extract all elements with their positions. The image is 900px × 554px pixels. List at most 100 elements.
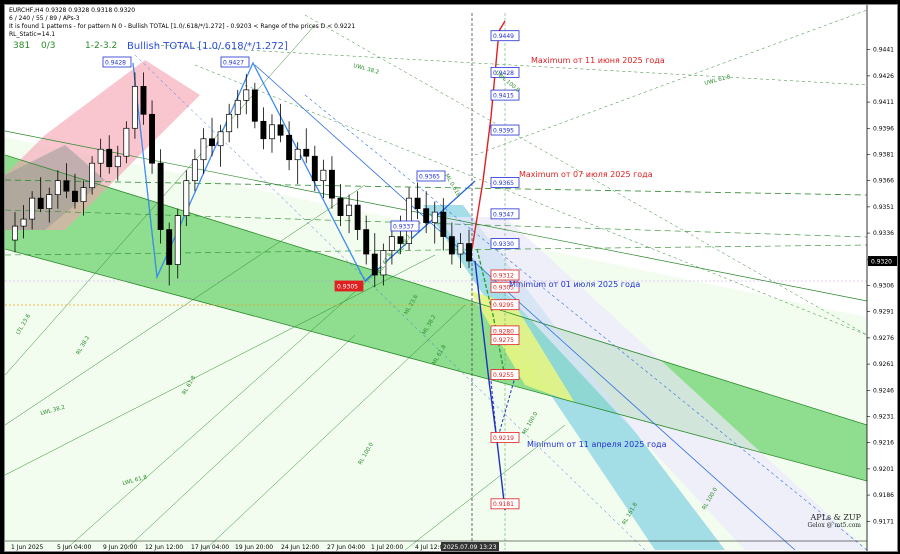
line-label: ML 0.618 — [443, 173, 461, 198]
annotation-text: Minimum от 01 июля 2025 года — [509, 280, 640, 289]
candle-body — [251, 89, 258, 122]
candle-body — [29, 197, 36, 220]
level-label: 0.9330 — [493, 241, 514, 248]
y-tick-label: 0.9351 — [873, 204, 894, 211]
y-tick-label: 0.9426 — [873, 73, 894, 80]
count-b: 0/3 — [41, 41, 56, 51]
y-tick-label: 0.9276 — [873, 335, 894, 342]
level-label: 0.9219 — [493, 435, 514, 442]
y-tick-label: 0.9336 — [873, 230, 894, 237]
y-tick-label: 0.9231 — [873, 413, 894, 420]
chart-window[interactable]: 0.9441 0.9426 0.9411 0.9396 0.9381 0.9366 0.93… — [4, 4, 898, 552]
symbol-line: EURCHF,H4 0.9328 0.9328 0.9318 0.9320 — [9, 7, 136, 14]
candle-body — [174, 215, 181, 265]
candle-body — [209, 138, 215, 147]
candle-body — [448, 236, 455, 255]
pivot-label: 0.9427 — [223, 60, 244, 67]
annotation-text: Maximum от 11 июня 2025 года — [531, 56, 665, 65]
line-label: UWL 38.2 — [352, 63, 379, 76]
pivot-label: 0.9428 — [105, 60, 126, 67]
x-tick-label: 17 Jun 04:00 — [191, 544, 229, 551]
candle-body — [12, 225, 18, 241]
y-tick-label: 0.9186 — [873, 492, 894, 499]
candle-body — [97, 148, 104, 164]
x-tick-label: 24 Jun 12:00 — [281, 544, 319, 551]
annotation-text: Maximum от 07 июля 2025 года — [519, 170, 653, 179]
candle-body — [131, 86, 138, 129]
y-tick-label: 0.9291 — [873, 309, 894, 316]
watermark-line2: Gelox @ mt5.com — [807, 522, 861, 529]
static-line: RL_Static=14.1 — [9, 31, 56, 38]
y-tick-label: 0.9396 — [873, 125, 894, 132]
candle-body — [466, 243, 472, 262]
level-label: 0.9415 — [493, 92, 514, 99]
candle-body — [294, 148, 301, 161]
count-a: 381 — [13, 41, 31, 51]
x-tick-label: 5 Jun 04:00 — [57, 544, 91, 551]
y-tick-label: 0.9441 — [873, 47, 894, 54]
candle-body — [72, 190, 78, 202]
candle-body — [354, 204, 361, 230]
candle-body — [106, 148, 113, 168]
candle-body — [371, 253, 378, 276]
candle-body — [234, 99, 241, 115]
candle-body — [114, 155, 121, 168]
level-label: 0.9275 — [493, 337, 514, 344]
level-label: 0.9449 — [493, 33, 514, 40]
y-tick-label: 0.9261 — [873, 361, 894, 368]
y-tick-label: 0.9381 — [873, 151, 894, 158]
candle-body — [440, 211, 447, 237]
y-tick-label: 0.9411 — [873, 99, 894, 106]
candle-body — [217, 131, 224, 147]
annotation-text: Minimum от 11 апреля 2025 года — [527, 440, 667, 449]
level-label: 0.9347 — [493, 211, 514, 218]
candle-body — [363, 229, 370, 255]
candle-body — [431, 211, 438, 223]
x-tick-label: 19 Jun 20:00 — [235, 544, 273, 551]
count-c: 1-2-3.2 — [85, 41, 118, 51]
y-tick-label: 0.9366 — [873, 178, 894, 185]
candle-body — [243, 89, 250, 101]
candle-body — [388, 236, 395, 251]
x-tick-label: 1 Jul 20:00 — [371, 544, 403, 551]
price-chart[interactable]: 0.9441 0.9426 0.9411 0.9396 0.9381 0.9366 0.93… — [5, 5, 897, 551]
candle-body — [191, 159, 198, 182]
candle-body — [423, 208, 430, 223]
candle-body — [320, 169, 327, 182]
x-tick-label: 27 Jun 04:00 — [327, 544, 365, 551]
candle-body — [303, 148, 310, 157]
watermark: APLs & ZUP Gelox @ mt5.com — [807, 513, 861, 529]
fan-line-9 — [474, 9, 868, 156]
candle-body — [286, 134, 293, 161]
pattern-line: It is found 1 patterns - for pattern N 0… — [9, 23, 356, 30]
candle-body — [140, 86, 147, 115]
level-label: 0.9181 — [493, 501, 514, 508]
x-tick-label: 12 Jun 12:00 — [145, 544, 183, 551]
x-tick-label: 1 Jun 2025 — [11, 544, 43, 551]
candle-body — [46, 194, 53, 209]
candle-body — [183, 180, 190, 216]
candle-body — [414, 197, 421, 209]
candle-body — [269, 124, 275, 140]
candle-body — [260, 120, 267, 140]
candle-body — [346, 204, 353, 216]
y-tick-label: 0.9171 — [873, 518, 894, 525]
level-label: 0.9365 — [493, 180, 514, 187]
level-label: 0.9312 — [493, 272, 514, 279]
level-label: 0.9255 — [493, 372, 514, 379]
candle-body — [89, 162, 96, 189]
candle-body — [123, 127, 130, 157]
y-tick-label: 0.9216 — [873, 440, 894, 447]
current-time-label: 2025.07.09 13:23 — [443, 544, 497, 551]
pivot-label: 0.9365 — [419, 174, 440, 181]
candle-body — [37, 197, 44, 209]
y-tick-label: 0.9246 — [873, 387, 894, 394]
candle-body — [328, 169, 335, 199]
candle-body — [226, 113, 233, 133]
candle-body — [80, 187, 87, 202]
candle-body — [20, 218, 27, 227]
candle-body — [200, 138, 207, 161]
level-label: 0.9295 — [493, 302, 514, 309]
level-label: 0.9395 — [493, 127, 514, 134]
current-price-label: 0.9320 — [871, 259, 892, 266]
